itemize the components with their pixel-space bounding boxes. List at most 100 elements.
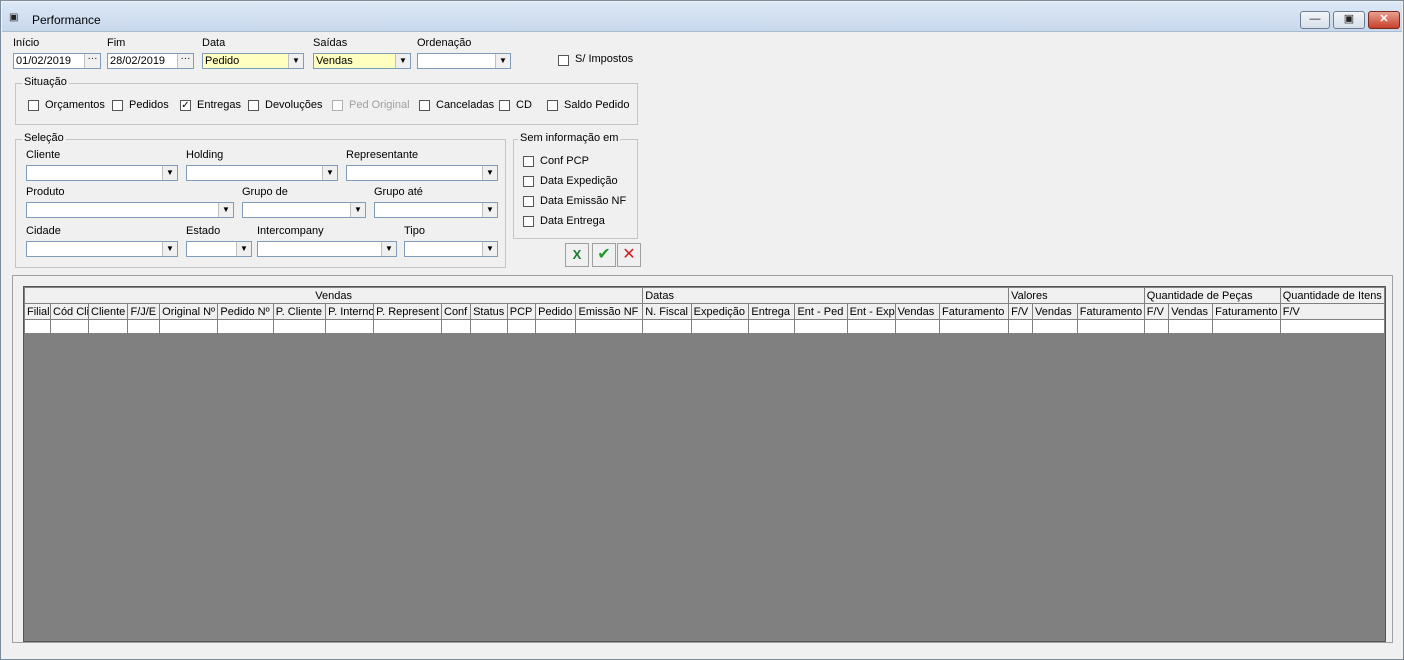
grid-column-header[interactable]: F/V <box>1008 303 1033 320</box>
excel-export-button[interactable]: X <box>565 243 589 267</box>
data-select[interactable]: Pedido ▼ <box>202 53 304 69</box>
grid-column-header[interactable]: Faturamento <box>1212 303 1281 320</box>
chevron-down-icon[interactable]: ▼ <box>482 203 497 217</box>
sem-impostos-checkbox[interactable] <box>558 55 569 66</box>
date-picker-button[interactable]: ··· <box>177 54 193 68</box>
chevron-down-icon[interactable]: ▼ <box>350 203 365 217</box>
grid-column-header[interactable]: Cliente <box>87 303 129 320</box>
grid-column-header[interactable]: Vendas <box>894 303 941 320</box>
table-cell[interactable] <box>794 319 848 334</box>
grid-column-header[interactable]: Cód Cli <box>50 303 89 320</box>
table-cell[interactable] <box>642 319 692 334</box>
table-cell[interactable] <box>535 319 577 334</box>
table-cell[interactable] <box>440 319 472 334</box>
chevron-down-icon[interactable]: ▼ <box>482 166 497 180</box>
grid-column-header[interactable]: Vendas <box>1168 303 1214 320</box>
grid-column-header[interactable]: Ent - Ped <box>794 303 848 320</box>
table-cell[interactable] <box>894 319 941 334</box>
chevron-down-icon[interactable]: ▼ <box>162 242 177 256</box>
table-cell[interactable] <box>1168 319 1214 334</box>
grid-column-header[interactable]: Status <box>470 303 508 320</box>
table-cell[interactable] <box>50 319 89 334</box>
minimize-button[interactable]: — <box>1300 11 1330 29</box>
devolucoes-checkbox[interactable] <box>248 100 259 111</box>
table-row[interactable] <box>24 319 1386 334</box>
cancel-button[interactable]: ✕ <box>617 243 641 267</box>
table-cell[interactable] <box>506 319 537 334</box>
tipo-select[interactable]: ▼ <box>404 241 498 257</box>
table-cell[interactable] <box>272 319 327 334</box>
chevron-down-icon[interactable]: ▼ <box>381 242 396 256</box>
grid-column-header[interactable]: Filial <box>24 303 51 320</box>
representante-select[interactable]: ▼ <box>346 165 498 181</box>
holding-select[interactable]: ▼ <box>186 165 338 181</box>
grid-column-header[interactable]: Faturamento <box>939 303 1010 320</box>
cd-checkbox[interactable] <box>499 100 510 111</box>
table-cell[interactable] <box>470 319 508 334</box>
chevron-down-icon[interactable]: ▼ <box>322 166 337 180</box>
table-cell[interactable] <box>939 319 1010 334</box>
chevron-down-icon[interactable]: ▼ <box>288 54 303 68</box>
conf-pcp-checkbox[interactable] <box>523 156 534 167</box>
table-cell[interactable] <box>24 319 51 334</box>
chevron-down-icon[interactable]: ▼ <box>218 203 233 217</box>
grid-column-header[interactable]: Original Nº <box>159 303 219 320</box>
grid-column-header[interactable]: N. Fiscal <box>642 303 692 320</box>
saidas-select[interactable]: Vendas ▼ <box>313 53 411 69</box>
grid-column-header[interactable]: PCP <box>506 303 537 320</box>
table-cell[interactable] <box>846 319 896 334</box>
table-cell[interactable] <box>87 319 129 334</box>
table-cell[interactable] <box>127 319 161 334</box>
table-cell[interactable] <box>217 319 274 334</box>
confirm-button[interactable]: ✔ <box>592 243 616 267</box>
grid-column-header[interactable]: Pedido <box>535 303 577 320</box>
table-cell[interactable] <box>690 319 750 334</box>
pedidos-checkbox[interactable] <box>112 100 123 111</box>
cidade-select[interactable]: ▼ <box>26 241 178 257</box>
close-window-button[interactable]: ✕ <box>1368 11 1400 29</box>
grid-column-header[interactable]: Conf <box>440 303 472 320</box>
table-cell[interactable] <box>1279 319 1386 334</box>
table-cell[interactable] <box>748 319 796 334</box>
grid-column-header[interactable]: Entrega <box>748 303 796 320</box>
table-cell[interactable] <box>373 319 442 334</box>
chevron-down-icon[interactable]: ▼ <box>236 242 251 256</box>
grid-column-header[interactable]: Expedição <box>690 303 750 320</box>
table-cell[interactable] <box>159 319 219 334</box>
grid-column-header[interactable]: F/J/E <box>127 303 161 320</box>
grid-column-header[interactable]: P. Interno <box>325 303 375 320</box>
fim-date-field[interactable]: 28/02/2019 ··· <box>107 53 194 69</box>
grid-column-header[interactable]: Ent - Exp <box>846 303 896 320</box>
estado-select[interactable]: ▼ <box>186 241 252 257</box>
data-emissao-nf-checkbox[interactable] <box>523 196 534 207</box>
grid-column-header[interactable]: Pedido Nº <box>217 303 274 320</box>
table-cell[interactable] <box>1008 319 1033 334</box>
grupo-de-select[interactable]: ▼ <box>242 202 366 218</box>
data-expedicao-checkbox[interactable] <box>523 176 534 187</box>
table-cell[interactable] <box>325 319 375 334</box>
grid-column-header[interactable]: F/V <box>1143 303 1170 320</box>
intercompany-select[interactable]: ▼ <box>257 241 397 257</box>
grupo-ate-select[interactable]: ▼ <box>374 202 498 218</box>
date-picker-button[interactable]: ··· <box>84 54 100 68</box>
grid-column-header[interactable]: Emissão NF <box>575 303 644 320</box>
grid-column-header[interactable]: F/V <box>1279 303 1386 320</box>
grid-column-header[interactable]: Vendas <box>1032 303 1078 320</box>
cliente-select[interactable]: ▼ <box>26 165 178 181</box>
inicio-date-field[interactable]: 01/02/2019 ··· <box>13 53 101 69</box>
maximize-button[interactable]: ▣ <box>1333 11 1365 29</box>
chevron-down-icon[interactable]: ▼ <box>162 166 177 180</box>
canceladas-checkbox[interactable] <box>419 100 430 111</box>
chevron-down-icon[interactable]: ▼ <box>482 242 497 256</box>
saldo-pedido-checkbox[interactable] <box>547 100 558 111</box>
orcamentos-checkbox[interactable] <box>28 100 39 111</box>
ordenacao-select[interactable]: ▼ <box>417 53 511 69</box>
data-entrega-checkbox[interactable] <box>523 216 534 227</box>
grid-column-header[interactable]: Faturamento <box>1076 303 1145 320</box>
entregas-checkbox[interactable]: ✓ <box>180 100 191 111</box>
table-cell[interactable] <box>1032 319 1078 334</box>
table-cell[interactable] <box>575 319 644 334</box>
grid-column-header[interactable]: P. Represent <box>373 303 442 320</box>
table-cell[interactable] <box>1143 319 1170 334</box>
results-grid[interactable]: Vendas Datas Valores Quantidade de Peças Qua… <box>23 286 1386 642</box>
